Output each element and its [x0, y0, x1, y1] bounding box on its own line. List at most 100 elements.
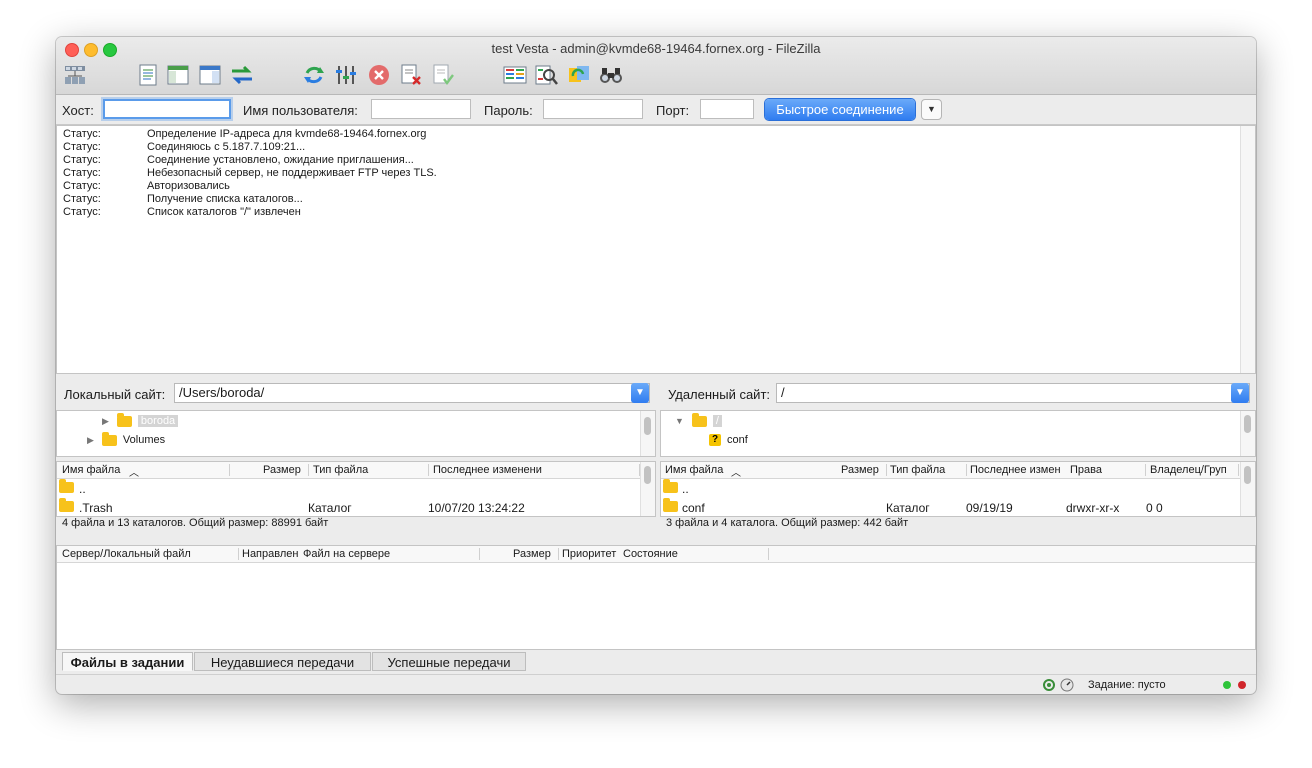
remote-tree-scrollbar[interactable] [1240, 411, 1255, 456]
site-manager-icon[interactable] [63, 63, 87, 87]
folder-icon [691, 412, 707, 427]
chevron-down-icon[interactable]: ▼ [631, 383, 649, 403]
remote-pane: Удаленный сайт: / ▼ ▼ / ? conf Имя файла… [660, 377, 1256, 543]
message-log-scrollbar[interactable] [1240, 126, 1255, 373]
log-line: Статус: Определение IP-адреса для kvmde68… [63, 128, 426, 140]
refresh-icon[interactable] [302, 63, 326, 87]
tree-item-boroda[interactable]: ▶ boroda [102, 412, 179, 427]
expand-arrow-icon[interactable]: ▶ [102, 416, 109, 427]
download-activity-led-icon [1238, 681, 1246, 689]
tab-queued-files[interactable]: Файлы в задании [62, 652, 193, 671]
log-line: Статус: Получение списка каталогов... [63, 193, 303, 205]
host-input[interactable] [103, 99, 231, 119]
col-server-local-file[interactable]: Сервер/Локальный файл [62, 548, 191, 560]
col-owner[interactable]: Владелец/Груп [1150, 464, 1227, 476]
password-input[interactable] [543, 99, 643, 119]
col-direction[interactable]: Направлен [242, 548, 298, 560]
col-permissions[interactable]: Права [1070, 464, 1102, 476]
disconnect-icon[interactable] [399, 63, 423, 87]
local-path-value: /Users/boroda/ [179, 385, 265, 400]
window-title: test Vesta - admin@kvmde68-19464.fornex.… [491, 41, 821, 56]
log-message: Небезопасный сервер, не поддерживает FTP… [147, 167, 437, 179]
queue-header: Сервер/Локальный файл Направлен Файл на … [57, 546, 1255, 563]
log-message: Список каталогов "/" извлечен [147, 206, 301, 218]
col-modified[interactable]: Последнее измен [970, 464, 1061, 476]
local-file-list-header: Имя файла ︿ Размер Тип файла Последнее и… [57, 462, 655, 479]
remote-path-combo[interactable]: / ▼ [776, 383, 1250, 403]
message-log-icon[interactable] [136, 63, 160, 87]
col-size[interactable]: Размер [513, 548, 551, 560]
local-tree-scrollbar[interactable] [640, 411, 655, 456]
process-queue-icon[interactable] [334, 63, 358, 87]
log-key: Статус: [63, 167, 101, 179]
remote-path-value: / [781, 385, 785, 400]
remote-tree-icon[interactable] [198, 63, 222, 87]
host-label: Хост: [62, 103, 94, 118]
cancel-icon[interactable] [367, 63, 391, 87]
log-message: Авторизовались [147, 180, 230, 192]
chevron-down-icon[interactable]: ▼ [1231, 383, 1249, 403]
folder-icon [663, 479, 678, 493]
tab-successful-transfers[interactable]: Успешные передачи [372, 652, 526, 671]
log-key: Статус: [63, 154, 101, 166]
log-key: Статус: [63, 141, 101, 153]
log-line: Статус: Соединение установлено, ожидание … [63, 154, 414, 166]
quickconnect-button[interactable]: Быстрое соединение [765, 99, 915, 120]
col-modified[interactable]: Последнее изменени [433, 464, 542, 476]
folder-icon [59, 498, 74, 512]
remote-file-list: Имя файла ︿ Размер Тип файла Последнее и… [660, 461, 1256, 517]
transfer-queue-icon[interactable] [230, 63, 254, 87]
search-icon[interactable] [599, 63, 623, 87]
username-label: Имя пользователя: [243, 103, 358, 118]
folder-icon [59, 479, 74, 493]
local-list-scrollbar[interactable] [640, 462, 655, 516]
username-input[interactable] [371, 99, 471, 119]
log-line: Статус: Соединяюсь с 5.187.7.109:21... [63, 141, 305, 153]
reconnect-icon[interactable] [431, 63, 455, 87]
log-key: Статус: [63, 206, 101, 218]
tab-failed-transfers[interactable]: Неудавшиеся передачи [194, 652, 371, 671]
log-message: Соединение установлено, ожидание приглаш… [147, 154, 414, 166]
gear-icon[interactable] [1042, 678, 1056, 694]
col-remote-file[interactable]: Файл на сервере [303, 548, 390, 560]
log-message: Соединяюсь с 5.187.7.109:21... [147, 141, 306, 153]
log-key: Статус: [63, 180, 101, 192]
col-filetype[interactable]: Тип файла [313, 464, 368, 476]
queue-tabs: Файлы в задании Неудавшиеся передачи Усп… [56, 649, 1256, 674]
port-input[interactable] [700, 99, 754, 119]
local-site-bar: Локальный сайт: /Users/boroda/ ▼ [56, 377, 656, 407]
table-row[interactable]: .. [661, 479, 1255, 498]
col-filetype[interactable]: Тип файла [890, 464, 945, 476]
local-tree-icon[interactable] [166, 63, 190, 87]
sync-browsing-icon[interactable] [567, 63, 591, 87]
col-size[interactable]: Размер [841, 464, 879, 476]
remote-list-scrollbar[interactable] [1240, 462, 1255, 516]
expand-arrow-icon[interactable]: ▶ [87, 435, 94, 446]
local-site-label: Локальный сайт: [64, 387, 166, 402]
table-row[interactable]: .. [57, 479, 655, 498]
message-log: Статус: Определение IP-адреса для kvmde68… [56, 125, 1256, 374]
sort-ascending-icon: ︿ [129, 468, 139, 479]
local-path-combo[interactable]: /Users/boroda/ ▼ [174, 383, 650, 403]
sort-ascending-icon: ︿ [731, 468, 741, 479]
port-label: Порт: [656, 103, 690, 118]
local-pane: Локальный сайт: /Users/boroda/ ▼ ▶ borod… [56, 377, 656, 543]
quickconnect-history-dropdown[interactable]: ▼ [921, 99, 942, 120]
col-state[interactable]: Состояние [623, 548, 678, 560]
local-file-list: Имя файла ︿ Размер Тип файла Последнее и… [56, 461, 656, 517]
directory-comparison-icon[interactable] [503, 63, 527, 87]
col-filename[interactable]: Имя файла [62, 464, 120, 476]
log-message: Определение IP-адреса для kvmde68-19464.… [147, 128, 427, 140]
tree-item-root[interactable]: ▼ / [675, 412, 722, 427]
transfer-queue: Сервер/Локальный файл Направлен Файл на … [56, 545, 1256, 650]
filter-icon[interactable] [535, 63, 559, 87]
col-size[interactable]: Размер [263, 464, 301, 476]
tree-item-volumes[interactable]: ▶ Volumes [87, 431, 165, 446]
tree-item-conf[interactable]: ? conf [709, 434, 748, 446]
col-priority[interactable]: Приоритет [562, 548, 616, 560]
col-filename[interactable]: Имя файла [665, 464, 723, 476]
speed-limit-icon[interactable] [1060, 678, 1074, 694]
log-line: Статус: Авторизовались [63, 180, 230, 192]
collapse-arrow-icon[interactable]: ▼ [675, 416, 684, 426]
quickconnect-bar: Хост: Имя пользователя: Пароль: Порт: Бы… [56, 95, 1256, 125]
